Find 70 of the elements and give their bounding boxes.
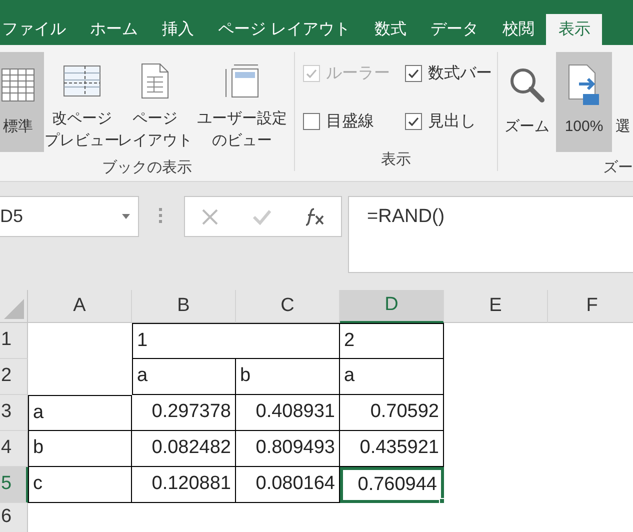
- grid-icon: [1, 68, 35, 102]
- ribbon-button[interactable]: ズーム: [500, 52, 554, 152]
- table-cell: 0.297378: [132, 395, 236, 431]
- ribbon-tab[interactable]: ページ レイアウト: [206, 14, 362, 45]
- ribbon-button[interactable]: 選: [614, 52, 632, 152]
- table-cell: 0.435921: [340, 431, 444, 467]
- ribbon-tab[interactable]: 挿入: [150, 14, 206, 45]
- table-cell: b: [28, 431, 132, 467]
- row-header[interactable]: 2: [0, 359, 28, 395]
- row-header[interactable]: 6: [0, 503, 28, 532]
- table-cell: b: [236, 359, 340, 395]
- ribbon-tab[interactable]: 数式: [362, 14, 418, 45]
- column-header[interactable]: E: [444, 290, 548, 323]
- page-arrow-icon: [567, 64, 601, 106]
- function-icon[interactable]: [304, 208, 325, 226]
- table-cell: 0.120881: [132, 467, 236, 503]
- column-header[interactable]: A: [28, 290, 132, 323]
- table-cell: 2: [340, 323, 444, 359]
- check-icon: [408, 69, 419, 78]
- custom-view-icon: [224, 63, 260, 99]
- table-cell: a: [340, 359, 444, 395]
- triangle-icon: [4, 299, 24, 319]
- table-cell: 1: [132, 323, 340, 359]
- table-cell: a: [28, 395, 132, 431]
- ribbon-tab[interactable]: ホーム: [78, 14, 150, 45]
- row-header[interactable]: 5: [0, 467, 28, 503]
- column-header[interactable]: C: [236, 290, 340, 323]
- checkbox[interactable]: [303, 113, 320, 130]
- table-cell: 0.760944: [340, 467, 444, 503]
- checkbox-option[interactable]: 数式バー: [405, 62, 497, 86]
- ribbon-button[interactable]: 100%: [556, 52, 612, 152]
- checkbox[interactable]: [405, 113, 422, 130]
- row-header[interactable]: 1: [0, 323, 28, 359]
- check-icon: [306, 69, 317, 78]
- row-header[interactable]: 4: [0, 431, 28, 467]
- ribbon-tab[interactable]: データ: [418, 14, 490, 45]
- fill-handle[interactable]: [439, 498, 445, 504]
- page-icon: [141, 63, 169, 99]
- table-cell: c: [28, 467, 132, 503]
- dropdown-icon: [122, 214, 130, 219]
- ribbon-tab[interactable]: 表示: [546, 14, 602, 45]
- checkbox-option[interactable]: 見出し: [405, 110, 497, 134]
- name-box[interactable]: D5: [0, 196, 139, 237]
- group-label: ブックの表示: [102, 158, 192, 178]
- formula-field[interactable]: =RAND(): [348, 196, 633, 273]
- checkbox-option[interactable]: 目盛線: [303, 110, 395, 134]
- column-header[interactable]: D: [340, 290, 444, 323]
- column-header[interactable]: B: [132, 290, 236, 323]
- checkbox[interactable]: [405, 65, 422, 82]
- table-cell: 0.809493: [236, 431, 340, 467]
- table-cell: 0.70592: [340, 395, 444, 431]
- row-header[interactable]: 3: [0, 395, 28, 431]
- ribbon-tab[interactable]: ファイル: [0, 14, 78, 45]
- ribbon-button[interactable]: 改ページ プレビュー: [46, 52, 118, 152]
- group-label: ズー: [603, 158, 633, 178]
- ribbon-tab[interactable]: 校閲: [490, 14, 546, 45]
- ribbon-button[interactable]: 標準: [0, 52, 44, 152]
- table-cell: a: [132, 359, 236, 395]
- check-icon: [408, 117, 419, 126]
- page-break-icon: [63, 65, 101, 97]
- table-cell: 0.408931: [236, 395, 340, 431]
- check-icon[interactable]: [252, 208, 272, 224]
- ribbon-button[interactable]: ページ レイアウト: [120, 52, 190, 152]
- ribbon-button[interactable]: ユーザー設定 のビュー: [192, 52, 292, 152]
- grip-icon: [159, 208, 162, 224]
- table-cell: 0.082482: [132, 431, 236, 467]
- search-icon: [509, 67, 545, 103]
- group-label: 表示: [381, 150, 411, 170]
- table-cell: 0.080164: [236, 467, 340, 503]
- column-header[interactable]: F: [548, 290, 633, 323]
